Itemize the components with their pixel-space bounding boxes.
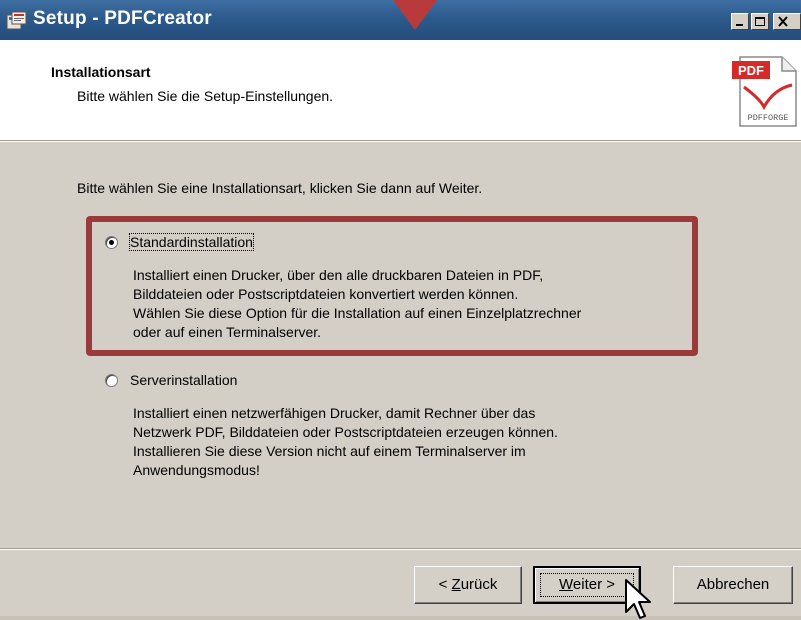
description-line: Installiert einen netzwerfähigen Drucker… (133, 405, 536, 421)
maximize-icon (755, 17, 765, 26)
standard-installation-description: Installiert einen Drucker, über den alle… (133, 266, 581, 342)
description-line: Bilddateien oder Postscriptdateien konve… (133, 286, 519, 302)
footer-separator (0, 548, 801, 550)
server-installation-description: Installiert einen netzwerfähigen Drucker… (133, 404, 558, 480)
annotation-arrow-marker (393, 0, 437, 30)
back-button[interactable]: < Zurück (414, 566, 522, 604)
description-line: Netzwerk PDF, Bilddateien oder Postscrip… (133, 424, 558, 440)
standard-installation-label[interactable]: Standardinstallation (129, 233, 254, 251)
description-line: Installieren Sie diese Version nicht auf… (133, 443, 526, 459)
maximize-button[interactable] (751, 13, 769, 30)
radio-selected-dot (109, 240, 114, 245)
standard-installation-radio[interactable] (105, 236, 118, 249)
window-title: Setup - PDFCreator (33, 8, 212, 29)
server-installation-label[interactable]: Serverinstallation (130, 372, 237, 388)
logo-badge-text: PDF (738, 63, 764, 78)
cancel-button[interactable]: Abbrechen (673, 566, 793, 604)
pdfforge-logo: PDF PDFFORGE (732, 56, 797, 127)
description-line: Wählen Sie diese Option für die Installa… (133, 305, 582, 321)
back-button-prefix: < (438, 576, 452, 593)
instruction-text: Bitte wählen Sie eine Installationsart, … (77, 180, 483, 196)
logo-brand-text: PDFFORGE (748, 113, 789, 123)
setup-app-icon (6, 11, 27, 30)
setup-window: Setup - PDFCreator Installationsart Bitt… (0, 0, 801, 619)
close-icon (778, 16, 788, 27)
minimize-icon (736, 24, 743, 26)
focus-rectangle (540, 573, 634, 597)
back-button-accel: Z (451, 576, 461, 593)
mouse-pointer-icon (625, 579, 651, 619)
description-line: oder auf einen Terminalserver. (133, 324, 322, 340)
minimize-button[interactable] (731, 13, 749, 30)
header-title: Installationsart (51, 64, 151, 80)
header-separator (0, 140, 801, 142)
back-button-rest: urück (460, 576, 498, 593)
close-button[interactable] (773, 13, 801, 30)
description-line: Anwendungsmodus! (133, 462, 260, 478)
server-installation-radio[interactable] (105, 374, 118, 387)
description-line: Installiert einen Drucker, über den alle… (133, 267, 544, 283)
header-subtitle: Bitte wählen Sie die Setup-Einstellungen… (77, 88, 334, 104)
